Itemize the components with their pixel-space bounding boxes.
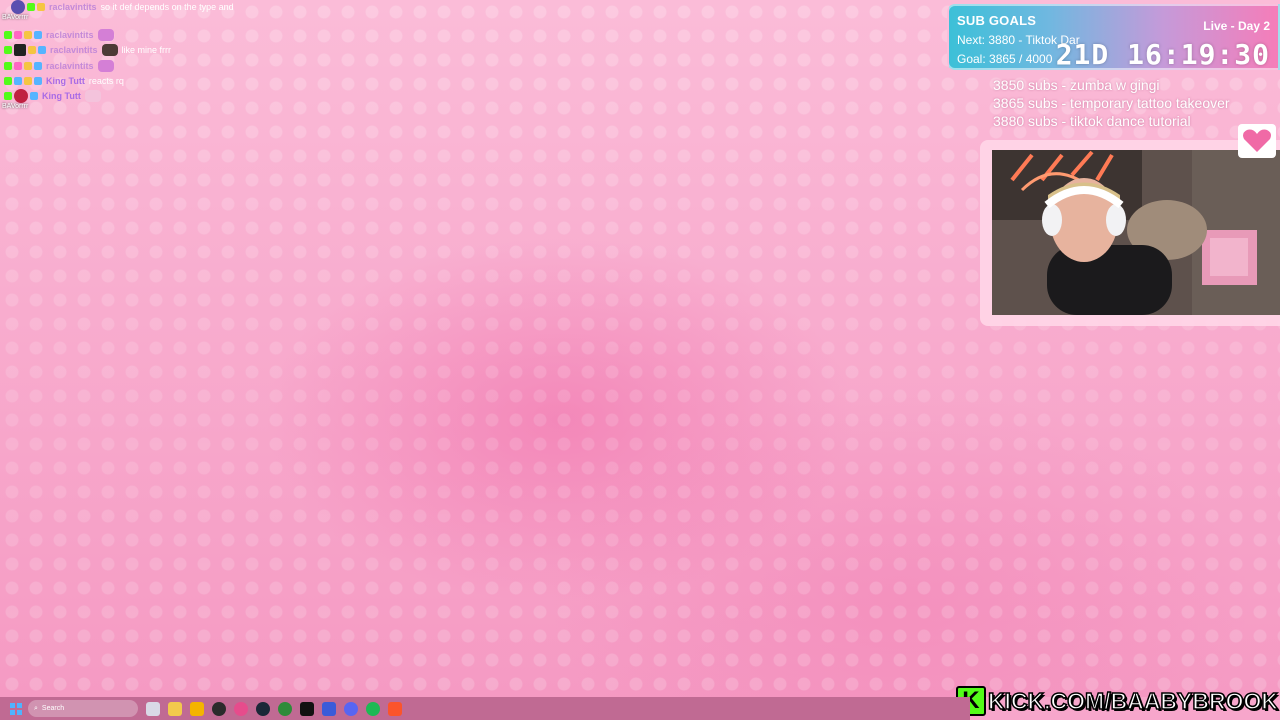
spotify-icon[interactable] [366, 701, 380, 716]
chat-message: King Tutt [0, 89, 101, 103]
goal-list-item: 3865 subs - temporary tattoo takeover [993, 95, 1230, 111]
app-icon[interactable] [234, 701, 248, 716]
stream-timer: 21D 16:19:30 [1055, 38, 1270, 71]
emote-icon [97, 60, 114, 72]
badge-icon [27, 3, 35, 11]
chat-username: raclavintits [50, 45, 98, 55]
xbox-icon[interactable] [278, 701, 292, 716]
tiktok-icon[interactable] [300, 701, 314, 716]
brave-icon[interactable] [388, 701, 402, 716]
live-day-label: Live - Day 2 [1203, 19, 1270, 33]
emote-icon [101, 44, 118, 56]
sub-goals-panel: SUB GOALS Next: 3880 - Tiktok Dar Goal: … [947, 4, 1280, 71]
badge-icon [4, 46, 12, 54]
webcam-feed [992, 150, 1280, 315]
badge-icon [34, 62, 42, 70]
badge-icon [4, 92, 12, 100]
chat-message: raclavintits [0, 28, 114, 42]
taskview-icon[interactable] [146, 701, 160, 716]
heart-icon [1238, 124, 1276, 158]
chat-username: King Tutt [46, 76, 85, 86]
badge-icon [34, 31, 42, 39]
steam-icon[interactable] [256, 701, 270, 716]
avatar [11, 0, 25, 14]
badge-icon [4, 77, 12, 85]
avatar [14, 44, 26, 56]
chat-username: raclavintits [46, 61, 94, 71]
emote-icon [97, 29, 114, 41]
chat-text: like mine frrr [121, 45, 172, 55]
chat-text: reacts rq [88, 76, 124, 86]
badge-icon [30, 92, 38, 100]
badge-icon [28, 46, 36, 54]
webcam-scene [992, 150, 1280, 315]
chat-message: King Tutt reacts rq [0, 74, 124, 88]
chat-text: so it def depends on the type and [100, 2, 234, 12]
start-icon[interactable] [10, 702, 22, 715]
chat-side-label: BAVorrrr [2, 14, 29, 21]
badge-icon [4, 62, 12, 70]
taskbar: ⌕ Search [0, 697, 970, 720]
goal-list-item: 3850 subs - zumba w gingi [993, 77, 1160, 93]
sub-goals-title: SUB GOALS [957, 13, 1037, 28]
search-placeholder: Search [41, 705, 65, 712]
emote-icon [84, 90, 101, 102]
taskbar-search[interactable]: ⌕ Search [28, 700, 138, 717]
goal-list: 3850 subs - zumba w gingi 3865 subs - te… [993, 76, 1230, 130]
badge-icon [24, 62, 32, 70]
obs-icon[interactable] [212, 701, 226, 716]
kick-banner: K KICK.COM/BAABYBROOK [955, 684, 1279, 718]
badge-icon [14, 62, 22, 70]
badge-icon [38, 46, 46, 54]
kick-url: KICK.COM/BAABYBROOK [987, 687, 1279, 715]
chat-username: raclavintits [46, 30, 94, 40]
badge-icon [14, 31, 22, 39]
chat-side-label: BAVorrrr [2, 103, 29, 110]
badge-icon [4, 31, 12, 39]
badge-icon [34, 77, 42, 85]
streamer-app-icon[interactable] [322, 701, 336, 716]
search-icon: ⌕ [34, 704, 38, 712]
chat-username: raclavintits [49, 2, 97, 12]
chat-message: raclavintits like mine frrr [0, 43, 171, 57]
sub-goals-progress: Goal: 3865 / 4000 [957, 52, 1053, 66]
chat-message: raclavintits [0, 59, 114, 73]
goal-list-item: 3880 subs - tiktok dance tutorial [993, 113, 1191, 129]
widgets-icon[interactable] [168, 701, 182, 716]
chat-username: King Tutt [42, 91, 81, 101]
chat-message: raclavintits so it def depends on the ty… [0, 0, 234, 14]
avatar [14, 89, 28, 103]
file-explorer-icon[interactable] [190, 701, 204, 716]
badge-icon [14, 77, 22, 85]
badge-icon [37, 3, 45, 11]
discord-icon[interactable] [344, 701, 358, 716]
badge-icon [24, 77, 32, 85]
badge-icon [24, 31, 32, 39]
